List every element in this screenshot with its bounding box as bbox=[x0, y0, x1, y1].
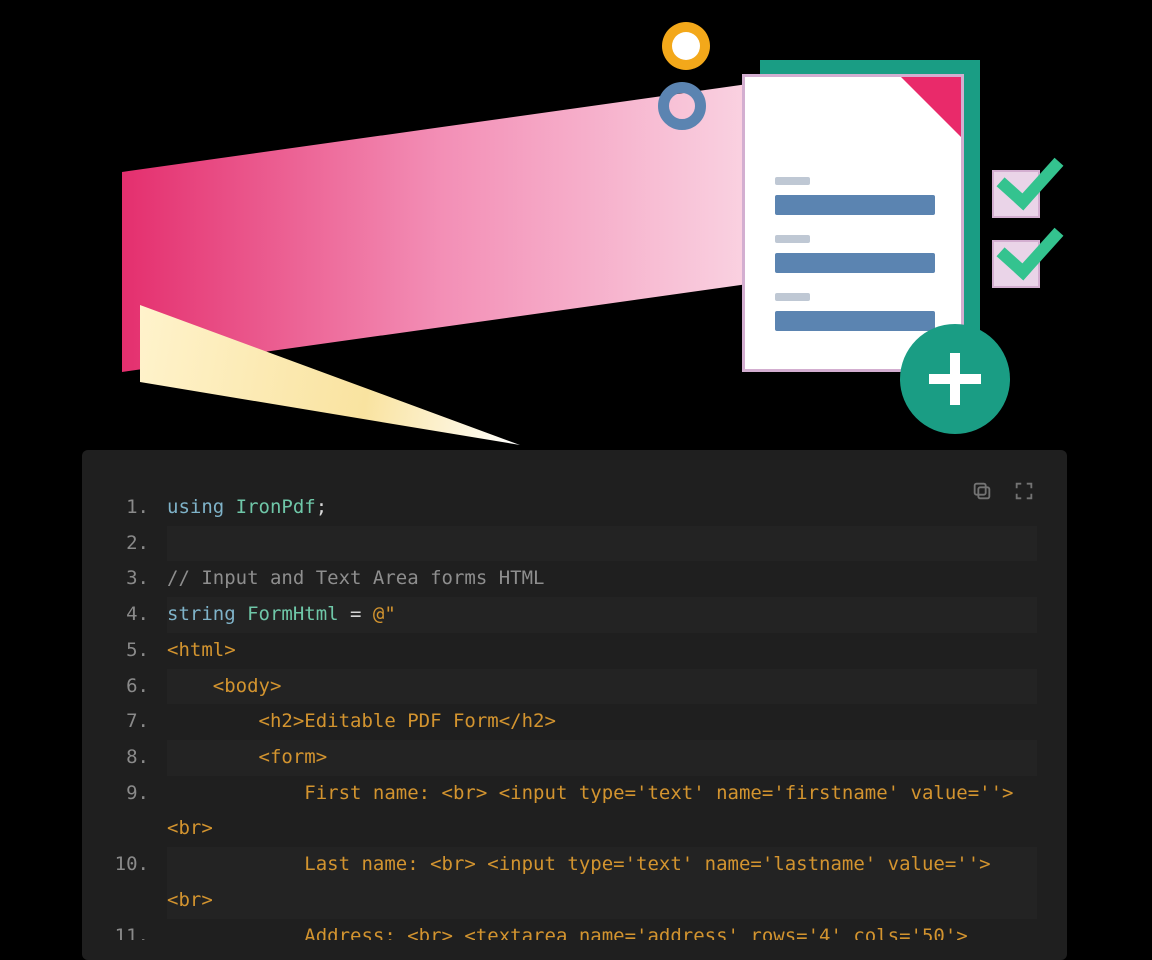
ribbon-shape bbox=[122, 82, 762, 372]
doc-line bbox=[775, 311, 935, 331]
fullscreen-icon[interactable] bbox=[1013, 480, 1035, 502]
ribbon-fold-shape bbox=[140, 305, 520, 445]
line-number: 11. bbox=[112, 919, 167, 940]
document-corner bbox=[901, 77, 961, 137]
code-line: 8. <form> bbox=[112, 740, 1037, 776]
code-line: 2. bbox=[112, 526, 1037, 562]
line-number: 2. bbox=[112, 526, 167, 562]
line-number: 1. bbox=[112, 490, 167, 526]
doc-line bbox=[775, 253, 935, 273]
line-number: 5. bbox=[112, 633, 167, 669]
code-area[interactable]: 1.using IronPdf;2. 3.// Input and Text A… bbox=[112, 490, 1037, 940]
line-content bbox=[167, 526, 1037, 562]
code-line: 5.<html> bbox=[112, 633, 1037, 669]
check-icon bbox=[997, 212, 1064, 281]
check-icon bbox=[997, 142, 1064, 211]
code-line: 4.string FormHtml = @" bbox=[112, 597, 1037, 633]
blue-ring-icon bbox=[658, 82, 706, 130]
line-content: <body> bbox=[167, 669, 1037, 705]
add-icon bbox=[900, 324, 1010, 434]
code-line: 7. <h2>Editable PDF Form</h2> bbox=[112, 704, 1037, 740]
checkbox-1 bbox=[992, 170, 1040, 218]
line-content: string FormHtml = @" bbox=[167, 597, 1037, 633]
code-line: 3.// Input and Text Area forms HTML bbox=[112, 561, 1037, 597]
line-number: 4. bbox=[112, 597, 167, 633]
code-line: 11. Address: <br> <textarea name='addres… bbox=[112, 919, 1037, 940]
line-content: using IronPdf; bbox=[167, 490, 1037, 526]
line-number: 10. bbox=[112, 847, 167, 883]
code-line: 9. First name: <br> <input type='text' n… bbox=[112, 776, 1037, 847]
code-line: 10. Last name: <br> <input type='text' n… bbox=[112, 847, 1037, 918]
code-line: 1.using IronPdf; bbox=[112, 490, 1037, 526]
line-content: // Input and Text Area forms HTML bbox=[167, 561, 1037, 597]
line-number: 8. bbox=[112, 740, 167, 776]
line-content: <form> bbox=[167, 740, 1037, 776]
doc-line bbox=[775, 195, 935, 215]
document-front bbox=[742, 74, 964, 372]
doc-stub-line bbox=[775, 177, 810, 185]
code-toolbar bbox=[971, 480, 1035, 502]
copy-icon[interactable] bbox=[971, 480, 993, 502]
document-back bbox=[760, 60, 980, 360]
line-number: 7. bbox=[112, 704, 167, 740]
doc-stub-line bbox=[775, 235, 810, 243]
doc-stub-line bbox=[775, 293, 810, 301]
line-content: <h2>Editable PDF Form</h2> bbox=[167, 704, 1037, 740]
line-content: Last name: <br> <input type='text' name=… bbox=[167, 847, 1037, 918]
line-content: Address: <br> <textarea name='address' r… bbox=[167, 919, 1037, 940]
line-content: <html> bbox=[167, 633, 1037, 669]
line-number: 6. bbox=[112, 669, 167, 705]
orange-ring-icon bbox=[662, 22, 710, 70]
line-number: 3. bbox=[112, 561, 167, 597]
hero-illustration bbox=[0, 0, 1152, 460]
checkbox-2 bbox=[992, 240, 1040, 288]
code-editor: 1.using IronPdf;2. 3.// Input and Text A… bbox=[82, 450, 1067, 960]
line-number: 9. bbox=[112, 776, 167, 812]
code-line: 6. <body> bbox=[112, 669, 1037, 705]
line-content: First name: <br> <input type='text' name… bbox=[167, 776, 1037, 847]
